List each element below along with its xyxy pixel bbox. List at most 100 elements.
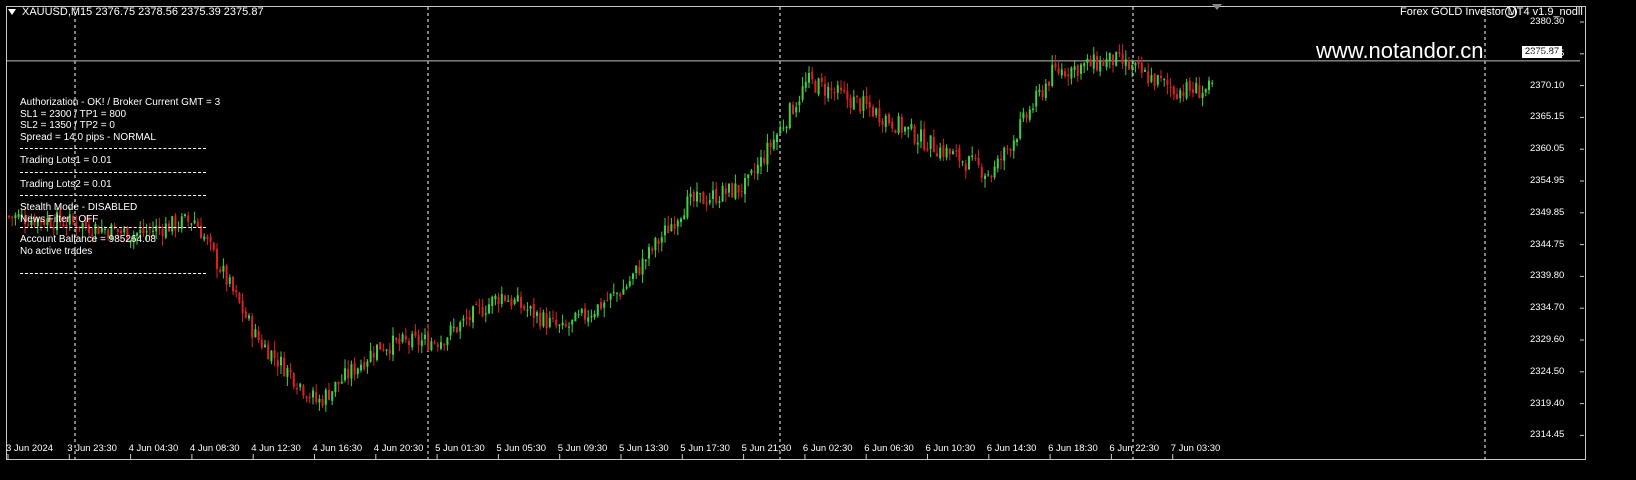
candle-bear bbox=[276, 352, 279, 377]
chart-area[interactable]: XAUUSD,M15 2376.75 2378.56 2375.39 2375.… bbox=[0, 0, 1636, 480]
candle-bull bbox=[952, 148, 954, 155]
candle-body bbox=[1153, 73, 1156, 86]
candle-bull bbox=[1099, 55, 1102, 77]
candle-bull bbox=[513, 297, 516, 306]
candle-body bbox=[993, 166, 996, 178]
candle-body bbox=[606, 300, 609, 302]
candle-bear bbox=[990, 174, 993, 183]
candle-body bbox=[446, 337, 449, 345]
panel-divider bbox=[20, 273, 206, 274]
candle-body bbox=[558, 324, 561, 326]
candle-body bbox=[1096, 56, 1098, 71]
candle-body bbox=[846, 90, 849, 100]
candle-bear bbox=[1128, 56, 1130, 70]
candle-body bbox=[225, 265, 228, 285]
candle-bear bbox=[900, 113, 903, 139]
candle-body bbox=[401, 334, 404, 342]
candle-body bbox=[548, 317, 551, 328]
candle-bull bbox=[369, 342, 372, 363]
candle-body bbox=[632, 273, 634, 280]
candle-body bbox=[520, 297, 522, 308]
candle-bear bbox=[584, 303, 586, 325]
ea-info-panel: Authorization - OK! / Broker Current GMT… bbox=[20, 97, 220, 280]
candle-bull bbox=[1201, 85, 1204, 107]
candle-body bbox=[865, 95, 868, 105]
candle-bear bbox=[564, 319, 567, 328]
candle-body bbox=[980, 167, 983, 178]
candle-body bbox=[913, 125, 916, 144]
candle-bear bbox=[651, 246, 654, 255]
candle-bear bbox=[600, 297, 602, 311]
candle-body bbox=[667, 225, 670, 234]
candle-body bbox=[500, 293, 503, 304]
candle-body bbox=[11, 216, 14, 218]
symbol-dropdown-icon[interactable] bbox=[8, 9, 16, 15]
price-tick-label: 2354.95 bbox=[1530, 175, 1565, 186]
candle-bull bbox=[686, 189, 689, 220]
candle-bear bbox=[504, 294, 506, 303]
candle-bull bbox=[222, 258, 225, 279]
candle-bear bbox=[673, 216, 676, 235]
candle-body bbox=[539, 312, 542, 327]
candle-bull bbox=[376, 344, 378, 362]
candle-body bbox=[619, 293, 622, 297]
candle-bear bbox=[1009, 147, 1012, 158]
candle-body bbox=[718, 201, 721, 203]
candle-bear bbox=[267, 340, 270, 360]
candle-bear bbox=[1054, 54, 1057, 71]
candle-bear bbox=[212, 241, 215, 252]
candle-bear bbox=[1000, 151, 1002, 170]
candle-bull bbox=[344, 359, 346, 383]
candle-bull bbox=[862, 90, 865, 119]
candle-body bbox=[283, 357, 286, 377]
candle-body bbox=[1121, 53, 1124, 65]
candle-bear bbox=[977, 149, 980, 168]
spread-line: Spread = 14.0 pips - NORMAL bbox=[20, 131, 156, 143]
candle-bull bbox=[228, 274, 231, 288]
candle-body bbox=[731, 183, 734, 198]
candle-bull bbox=[590, 309, 593, 323]
candle-body bbox=[14, 215, 17, 219]
candle-body bbox=[1134, 63, 1137, 66]
candle-body bbox=[1140, 62, 1143, 73]
candle-body bbox=[494, 295, 497, 300]
time-tick-label: 6 Jun 06:30 bbox=[864, 443, 914, 454]
candle-bear bbox=[296, 383, 298, 395]
candle-bull bbox=[648, 243, 650, 267]
candle-bear bbox=[974, 153, 977, 161]
candle-body bbox=[769, 142, 772, 148]
candle-bear bbox=[1064, 68, 1066, 79]
candle-body bbox=[302, 385, 305, 396]
candle-body bbox=[1105, 59, 1108, 68]
candle-bull bbox=[744, 173, 746, 203]
candle-body bbox=[318, 398, 321, 403]
candle-bull bbox=[708, 192, 711, 206]
candle-bull bbox=[683, 208, 686, 220]
candle-bear bbox=[667, 216, 670, 234]
candle-body bbox=[372, 353, 375, 358]
price-axis[interactable] bbox=[1586, 0, 1636, 460]
candle-body bbox=[1070, 67, 1073, 79]
candle-bull bbox=[299, 382, 302, 391]
candle-body bbox=[814, 81, 817, 93]
candle-bull bbox=[836, 80, 839, 100]
candle-body bbox=[312, 390, 314, 398]
candle-bull bbox=[14, 212, 17, 226]
smiley-icon[interactable] bbox=[1505, 6, 1517, 18]
candle-body bbox=[868, 102, 871, 108]
candle-body bbox=[1032, 108, 1034, 110]
candle-body bbox=[267, 344, 270, 360]
candle-body bbox=[785, 126, 788, 129]
price-tick-label: 2365.15 bbox=[1530, 111, 1565, 123]
chart-shift-marker-icon[interactable] bbox=[1212, 4, 1222, 10]
candle-body bbox=[436, 344, 439, 347]
candle-body bbox=[862, 96, 865, 111]
candle-body bbox=[635, 265, 638, 274]
candle-body bbox=[1102, 60, 1105, 66]
candle-body bbox=[510, 298, 513, 306]
candle-bull bbox=[472, 305, 474, 329]
candle-body bbox=[1025, 114, 1028, 118]
candle-body bbox=[555, 319, 558, 326]
candle-bull bbox=[616, 292, 618, 302]
candle-body bbox=[571, 319, 574, 325]
